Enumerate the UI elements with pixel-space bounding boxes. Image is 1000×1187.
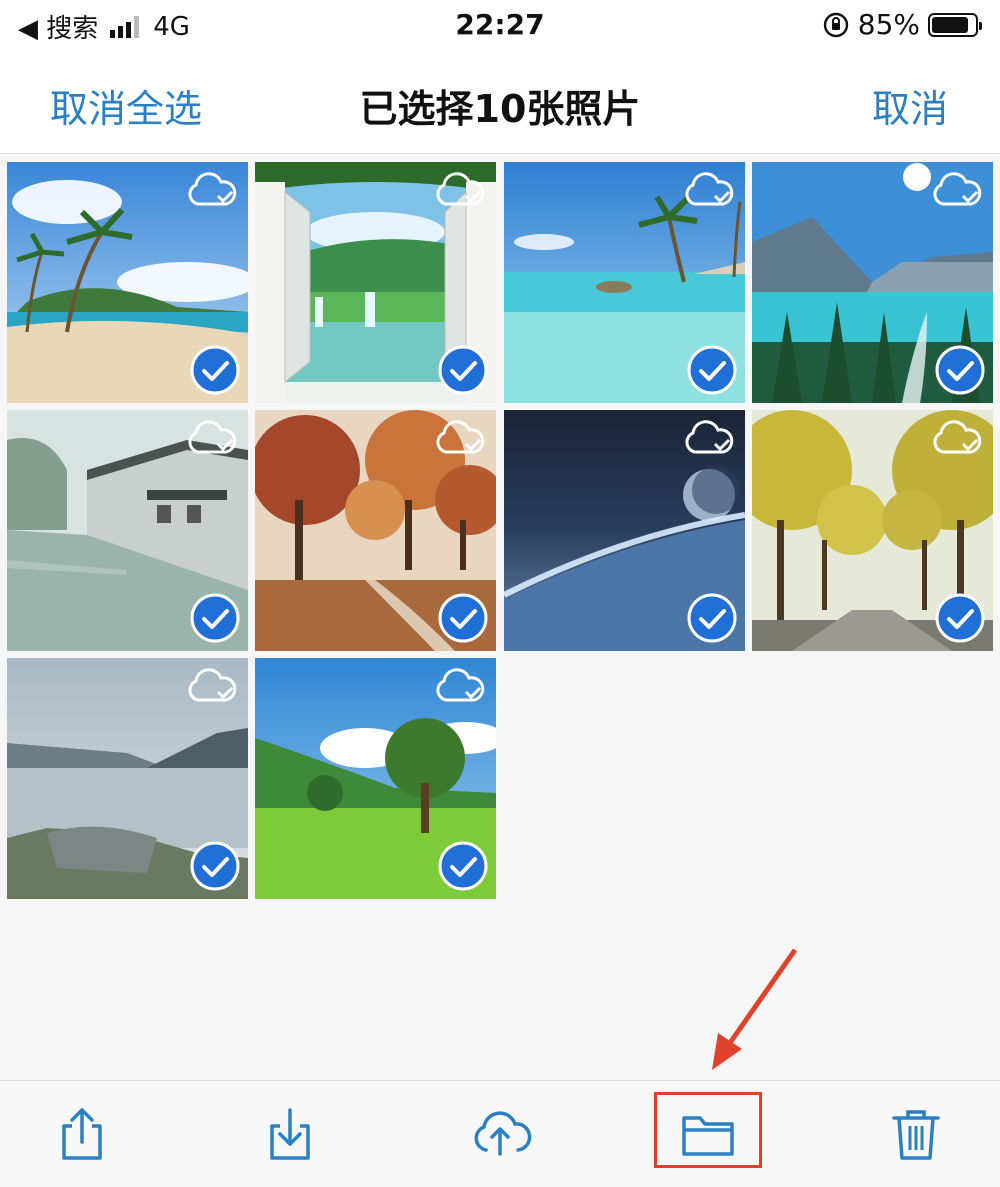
cloud-check-icon xyxy=(436,420,485,454)
selected-checkmark-icon[interactable] xyxy=(438,593,488,643)
status-bar: ◀ 搜索 4G 22:27 85% xyxy=(0,0,1000,52)
cloud-check-icon xyxy=(188,668,237,702)
cloud-check-icon xyxy=(188,172,237,206)
photo-thumbnail[interactable] xyxy=(7,658,248,899)
save-to-device-button[interactable] xyxy=(250,1099,330,1169)
selected-checkmark-icon[interactable] xyxy=(687,345,737,395)
selected-checkmark-icon[interactable] xyxy=(935,345,985,395)
battery-icon xyxy=(928,12,982,37)
selected-checkmark-icon[interactable] xyxy=(190,593,240,643)
photo-thumbnail[interactable] xyxy=(504,162,745,403)
annotation-highlight-box xyxy=(654,1092,762,1168)
cloud-upload-icon xyxy=(474,1111,532,1156)
cloud-check-icon xyxy=(685,172,734,206)
photo-thumbnail[interactable] xyxy=(255,162,496,403)
photo-thumbnail[interactable] xyxy=(752,162,993,403)
upload-to-cloud-button[interactable] xyxy=(460,1099,540,1169)
bottom-toolbar xyxy=(0,1080,1000,1187)
share-button[interactable] xyxy=(42,1099,122,1169)
cancel-button[interactable]: 取消 xyxy=(872,78,948,133)
delete-button[interactable] xyxy=(876,1099,956,1169)
photo-thumbnail[interactable] xyxy=(255,410,496,651)
cloud-check-icon xyxy=(685,420,734,454)
photo-thumbnail[interactable] xyxy=(504,410,745,651)
selected-checkmark-icon[interactable] xyxy=(438,345,488,395)
share-icon xyxy=(62,1108,102,1160)
selected-checkmark-icon[interactable] xyxy=(190,345,240,395)
status-right: 85% xyxy=(822,8,982,41)
selected-checkmark-icon[interactable] xyxy=(190,841,240,891)
cloud-check-icon xyxy=(188,420,237,454)
photo-thumbnail[interactable] xyxy=(7,162,248,403)
photo-thumbnail[interactable] xyxy=(255,658,496,899)
selected-checkmark-icon[interactable] xyxy=(935,593,985,643)
selected-checkmark-icon[interactable] xyxy=(687,593,737,643)
photo-thumbnail[interactable] xyxy=(752,410,993,651)
cloud-check-icon xyxy=(933,172,982,206)
annotation-arrow xyxy=(712,948,798,1070)
photo-grid xyxy=(0,155,1000,1080)
cloud-check-icon xyxy=(436,668,485,702)
download-icon xyxy=(270,1108,310,1160)
cloud-check-icon xyxy=(436,172,485,206)
battery-percent: 85% xyxy=(857,8,920,41)
selection-nav-bar: 取消全选 已选择10张照片 取消 xyxy=(0,52,1000,154)
photo-thumbnail[interactable] xyxy=(7,410,248,651)
orientation-lock-icon xyxy=(823,12,848,37)
page-title: 已选择10张照片 xyxy=(359,87,641,131)
trash-icon xyxy=(892,1110,940,1160)
selected-checkmark-icon[interactable] xyxy=(438,841,488,891)
cloud-check-icon xyxy=(933,420,982,454)
